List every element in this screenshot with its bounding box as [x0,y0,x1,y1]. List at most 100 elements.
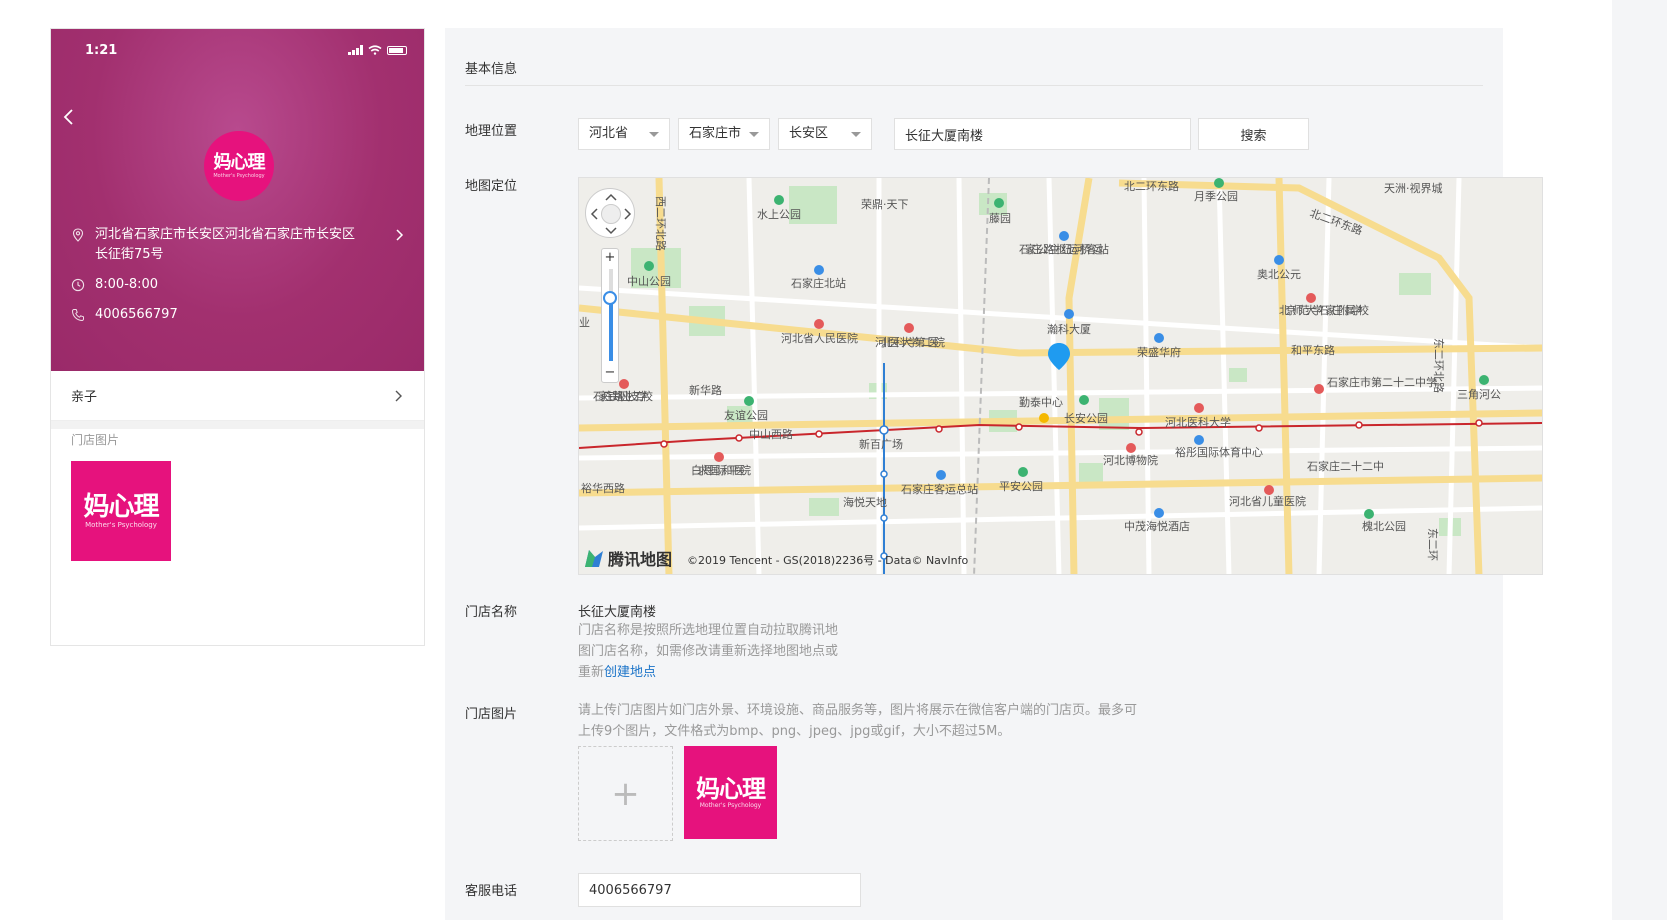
map-label: 石家庄北站 [791,276,846,290]
search-button[interactable]: 搜索 [1198,118,1309,150]
status-time: 1:21 [85,43,118,58]
zoom-out-button[interactable]: − [602,365,618,381]
map-label: 石家庄铁路职业技工学校 [593,389,653,403]
store-logo: 妈心理 Mother's Psychology [204,131,274,201]
map-label: 石家庄公路主枢纽运河桥客运站 [1019,242,1109,256]
map-label: 白求恩国际和平医院 [691,463,751,477]
thumb-text: 妈心理 [696,775,766,803]
hours-text: 8:00-8:00 [95,277,159,292]
store-image-text: 妈心理 [83,492,159,522]
wifi-icon [368,45,382,55]
phone-preview: 1:21 妈心理 Mother's Psychology 河北省石家庄市长安区河… [50,28,425,646]
caret-down-icon [749,132,759,137]
phone-input[interactable] [578,873,861,907]
map-label: 石家庄客运总站 [901,482,978,496]
map-view[interactable]: 西二环北路 水上公园 荣鼎·天下 藤园 北二环东路 月季公园 天洲·视界城 北二… [578,177,1543,575]
map-label: 和平东路 [1291,344,1335,357]
location-pin-icon [72,228,84,242]
map-controls: + − [585,188,637,383]
store-images-label: 门店图片 [71,433,120,447]
store-name-label: 门店名称 [465,605,518,620]
pan-arrows-icon [590,193,632,235]
map-label: 海悦天地 [843,495,887,509]
create-location-link[interactable]: 创建地点 [604,665,656,680]
map-label: 槐北公园 [1362,519,1406,533]
map-label: 友谊公园 [724,408,768,422]
map-label: 河北省人民医院 [781,331,858,345]
caret-down-icon [851,132,861,137]
map-label: 河北医科大学第二医院 [875,335,945,349]
store-images-label: 门店图片 [465,707,518,722]
store-image[interactable]: 妈心理 Mother's Psychology [71,461,171,561]
store-name-hint: 门店名称是按照所选地理位置自动拉取腾讯地图门店名称，如需修改请重新选择地图地点或… [578,620,838,683]
district-select[interactable]: 长安区 [778,118,872,150]
map-label: 天洲·视界城 [1384,181,1443,195]
city-value: 石家庄市 [689,126,742,141]
upload-image-button[interactable]: + [578,746,673,841]
status-icons [348,45,407,55]
phone-text: 4006566797 [95,307,178,322]
store-name-value: 长征大厦南楼 [578,605,657,620]
map-canvas[interactable]: 西二环北路 水上公园 荣鼎·天下 藤园 北二环东路 月季公园 天洲·视界城 北二… [579,178,1543,575]
map-label: 藤园 [989,212,1011,225]
map-label: 北二环东路 [1124,180,1179,193]
map-label: 平安公园 [999,479,1043,493]
back-chevron-icon[interactable] [59,107,79,127]
hours-row: 8:00-8:00 [71,275,158,295]
map-label: 三角河公 [1457,388,1501,401]
tencent-map-logo: 腾讯地图 [583,546,672,570]
address-row[interactable]: 河北省石家庄市长安区河北省石家庄市长安区长征街75号 [71,225,391,265]
map-label: 新百广场 [859,437,903,451]
map-label: 中茂海悦酒店 [1124,519,1190,533]
phone-label: 客服电话 [465,884,518,899]
map-label: 荣盛华府 [1137,345,1181,359]
map-label: 荣鼎·天下 [861,198,909,211]
logo-text: 妈心理 [213,152,266,173]
district-value: 长安区 [789,126,829,141]
chevron-right-icon [395,390,402,402]
location-label: 地理位置 [465,124,518,139]
map-copyright: ©2019 Tencent - GS(2018)2236号 - Data© Na… [687,554,969,567]
city-select[interactable]: 石家庄市 [678,118,770,150]
signal-icon [348,45,363,55]
tencent-map-logo-icon [585,550,603,567]
map-label: 北京师范大学石家庄附属学校 [1279,303,1369,317]
map-label: 奥北公元 [1257,267,1301,281]
map-logo-text: 腾讯地图 [608,550,673,569]
zoom-slider[interactable]: + − [601,248,619,383]
phone-row[interactable]: 4006566797 [71,305,178,325]
map-label: 河北博物院 [1103,453,1158,467]
map-label: 河北省儿童医院 [1229,494,1306,508]
province-select[interactable]: 河北省 [578,118,670,150]
tag-text: 亲子 [71,390,98,405]
clock-icon [71,278,85,292]
map-label: 石家庄市第二十二中学 [1327,375,1437,389]
zoom-in-button[interactable]: + [602,250,618,266]
map-label: 长安公园 [1064,411,1108,425]
map-label: 地图定位 [465,179,518,194]
section-divider [465,85,1483,86]
section-title: 基本信息 [465,62,518,77]
upload-hint: 请上传门店图片如门店外景、环境设施、商品服务等，图片将展示在微信客户端的门店页。… [578,703,1138,739]
address-input[interactable] [894,118,1191,150]
map-label: 石家庄二十二中 [1307,459,1384,473]
zoom-handle[interactable] [603,291,617,305]
tag-row[interactable]: 亲子 [51,371,424,421]
chevron-right-icon[interactable] [394,225,406,245]
map-label: 瀚科大厦 [1047,322,1091,336]
map-label: 勤泰中心 [1019,395,1063,409]
caret-down-icon [649,132,659,137]
map-label: 东二环 [1426,528,1439,561]
battery-icon [387,45,407,55]
status-bar: 1:21 [51,29,424,69]
right-gutter [1612,0,1667,920]
address-text: 河北省石家庄市长安区河北省石家庄市长安区长征街75号 [95,227,356,262]
map-label: 河北医科大学 [1165,415,1231,429]
map-pan-control[interactable] [585,188,635,238]
zoom-fill [609,299,613,361]
uploaded-image-thumb[interactable]: 妈心理 Mother's Psychology [684,746,777,839]
store-form-panel: 基本信息 地理位置 河北省 石家庄市 长安区 搜索 地图定位 [445,28,1543,920]
logo-subtext: Mother's Psychology [213,173,265,179]
map-label: 裕彤国际体育中心 [1175,445,1263,459]
map-label: 中山西路 [749,428,793,441]
